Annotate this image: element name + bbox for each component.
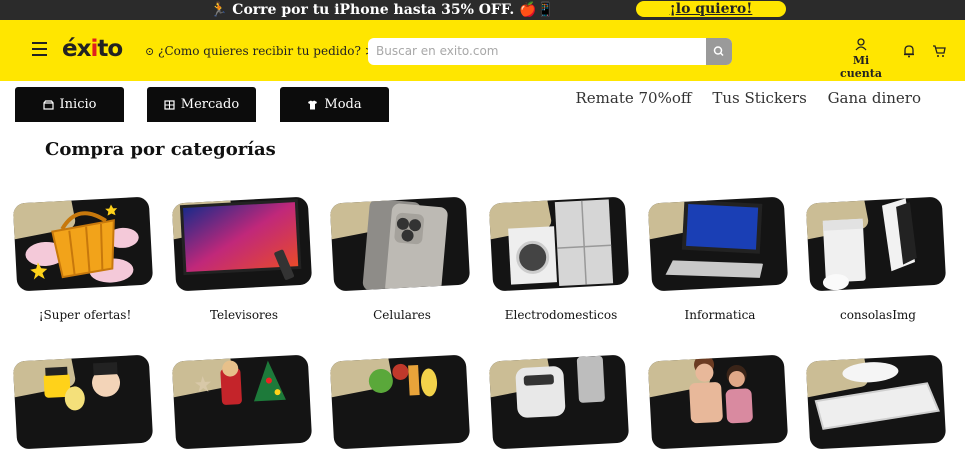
- header: éxito ⊙ ¿Como quieres recibir tu pedido?…: [0, 20, 965, 81]
- smartphone-icon: [362, 198, 448, 292]
- account-button[interactable]: Mi cuenta: [832, 38, 890, 80]
- category-image: [647, 196, 789, 292]
- game-console-icon: [822, 198, 917, 291]
- category-image: [329, 354, 471, 450]
- christmas-decor-icon: [194, 360, 286, 405]
- location-pin-icon: ⊙: [145, 45, 155, 58]
- air-fryer-icon: [515, 355, 605, 418]
- grocery-icon: [164, 99, 175, 110]
- tab-moda[interactable]: Moda: [280, 87, 389, 122]
- section-title: Compra por categorías: [45, 139, 276, 160]
- bell-icon: [904, 45, 914, 58]
- category-image: [805, 196, 947, 292]
- shirt-icon: [308, 100, 318, 109]
- promo-text: 🏃 Corre por tu iPhone hasta 35% OFF. 🍎📱: [210, 2, 555, 18]
- user-icon: [855, 38, 867, 51]
- cart-button[interactable]: [932, 44, 946, 58]
- tab-mercado[interactable]: Mercado: [147, 87, 256, 122]
- link-stickers[interactable]: Tus Stickers: [712, 89, 806, 107]
- tab-label: Moda: [324, 97, 362, 112]
- category-image: [488, 196, 630, 292]
- promo-cta-button[interactable]: ¡lo quiero!: [636, 1, 786, 17]
- search-button[interactable]: [706, 38, 732, 65]
- fashion-people-icon: [689, 354, 753, 424]
- category-image: [488, 354, 630, 450]
- tv-icon: [179, 199, 302, 280]
- laptop-icon: [665, 199, 764, 278]
- menu-icon[interactable]: [32, 42, 47, 56]
- search-input[interactable]: Buscar en exito.com: [376, 44, 498, 58]
- top-links: Remate 70%off Tus Stickers Gana dinero: [559, 89, 921, 107]
- category-label: Celulares: [373, 308, 431, 322]
- notifications-button[interactable]: [902, 44, 916, 58]
- tab-inicio[interactable]: Inicio: [15, 87, 124, 122]
- delivery-selector[interactable]: ⊙ ¿Como quieres recibir tu pedido? >: [145, 44, 375, 58]
- category-image: [647, 354, 789, 450]
- category-label: Informatica: [684, 308, 756, 322]
- appliances-icon: [508, 199, 614, 287]
- mattress-icon: [814, 362, 940, 430]
- promo-banner: 🏃 Corre por tu iPhone hasta 35% OFF. 🍎📱 …: [0, 0, 965, 20]
- shopping-basket-icon: [25, 204, 139, 283]
- account-label: Mi cuenta: [840, 54, 882, 80]
- category-image: [329, 196, 471, 292]
- store-icon: [42, 99, 54, 110]
- category-label: Electrodomesticos: [504, 308, 618, 322]
- cart-icon: [933, 45, 946, 57]
- search-icon: [713, 46, 724, 57]
- link-remate[interactable]: Remate 70%off: [575, 89, 691, 107]
- groceries-icon: [368, 363, 438, 397]
- category-image: [171, 196, 313, 292]
- category-label: consolasImg: [839, 308, 916, 322]
- category-image: [12, 196, 154, 292]
- category-image: [805, 354, 947, 450]
- logo[interactable]: éxito: [62, 36, 123, 62]
- tab-label: Mercado: [180, 97, 240, 112]
- category-image: [171, 354, 313, 450]
- category-label: ¡Super ofertas!: [38, 308, 132, 322]
- tab-label: Inicio: [59, 97, 97, 112]
- category-label: Televisores: [209, 308, 279, 322]
- link-gana-dinero[interactable]: Gana dinero: [828, 89, 921, 107]
- category-image: [12, 354, 154, 450]
- delivery-label: ¿Como quieres recibir tu pedido? >: [158, 44, 375, 58]
- search-box[interactable]: Buscar en exito.com: [368, 38, 732, 65]
- toys-icon: [43, 362, 121, 411]
